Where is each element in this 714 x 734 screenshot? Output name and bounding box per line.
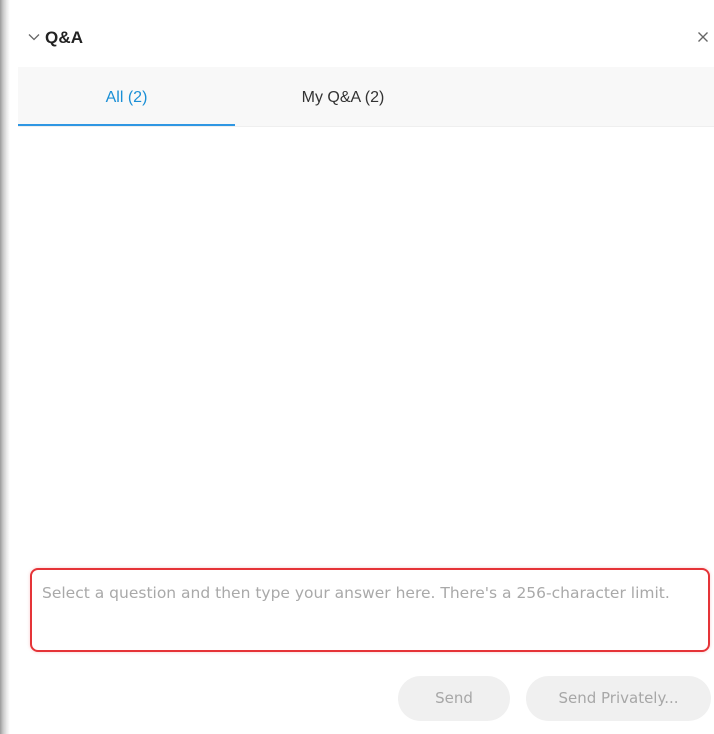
tab-all[interactable]: All (2) xyxy=(18,67,235,126)
panel-header: Q&A xyxy=(14,18,714,62)
send-privately-button[interactable]: Send Privately... xyxy=(526,676,711,721)
close-icon[interactable] xyxy=(694,28,712,46)
send-button[interactable]: Send xyxy=(398,676,510,721)
qa-panel: Q&A All (2) My Q&A (2) Send Send Private… xyxy=(14,0,714,734)
qa-window: Q&A All (2) My Q&A (2) Send Send Private… xyxy=(0,0,714,734)
tab-my-qa[interactable]: My Q&A (2) xyxy=(235,67,451,126)
panel-title: Q&A xyxy=(45,28,84,47)
answer-input-box[interactable] xyxy=(30,568,710,652)
window-edge-shadow xyxy=(0,0,10,734)
question-list xyxy=(18,127,714,567)
answer-input[interactable] xyxy=(42,580,697,642)
qa-tabs: All (2) My Q&A (2) xyxy=(18,67,714,127)
chevron-down-icon[interactable] xyxy=(26,29,42,45)
